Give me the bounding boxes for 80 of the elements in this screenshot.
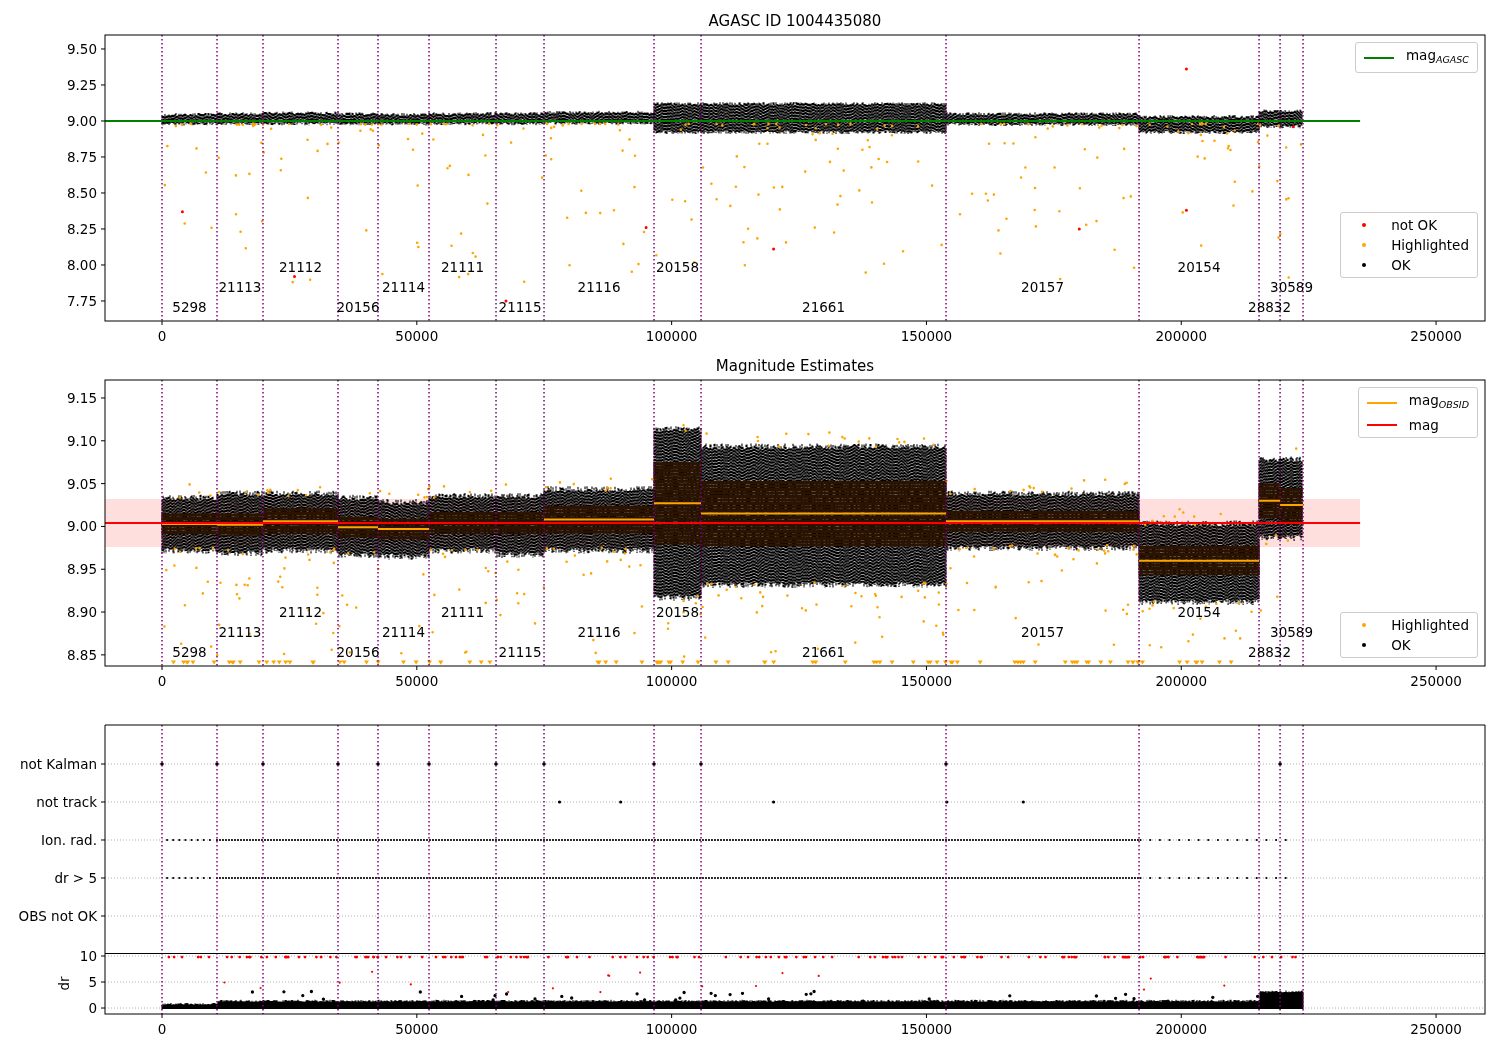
axis-label: dr: [56, 976, 72, 991]
axis-tick-label: 9.00: [66, 518, 97, 535]
legend-label: OK: [1391, 636, 1411, 654]
obsid-label: 21112: [279, 259, 322, 275]
flag-label: dr > 5: [54, 870, 97, 886]
axis-tick-label: 8.50: [66, 185, 97, 201]
legend-label: mag$_{AGASC}$: [1405, 46, 1469, 67]
axis-tick-label: 150000: [900, 328, 953, 344]
axis-tick-label: 100000: [645, 673, 698, 689]
axis-tick-label: 250000: [1410, 328, 1462, 344]
axis-tick-label: 250000: [1410, 673, 1462, 689]
axis-tick-label: 200000: [1155, 328, 1208, 344]
legend-label: Highlighted: [1391, 616, 1469, 634]
axis-tick-label: 0: [157, 1021, 167, 1037]
chart-title: AGASC ID 1004435080: [708, 12, 882, 30]
obsid-label: 21115: [498, 299, 542, 315]
axis-tick-label: 9.25: [66, 76, 97, 93]
axis-tick-label: 100000: [645, 1021, 698, 1037]
axis-tick-label: 150000: [900, 1021, 953, 1037]
obsid-label: 20157: [1021, 624, 1065, 640]
obsid-label: 20154: [1177, 259, 1221, 275]
legend-label: Highlighted: [1391, 236, 1469, 254]
axis-tick-label: 8.85: [66, 646, 97, 663]
obsid-label: 21111: [441, 604, 484, 620]
obsid-label: 20156: [336, 299, 380, 315]
axis-tick-label: 200000: [1155, 1021, 1208, 1037]
obsid-label: 21111: [441, 259, 484, 275]
obsid-label: 21113: [218, 624, 262, 640]
obsid-label: 20158: [656, 604, 699, 620]
axis-tick-label: 150000: [900, 673, 953, 689]
axis-tick-label: 8.95: [66, 561, 97, 578]
axis-tick-label: 8.90: [66, 604, 97, 621]
obsid-label: 20157: [1021, 279, 1065, 295]
obsid-label: 21661: [802, 644, 845, 660]
obsid-label: 21115: [498, 644, 542, 660]
axis-tick-label: 5: [88, 974, 97, 990]
obsid-label: 20156: [336, 644, 380, 660]
axis-tick-label: 8.00: [66, 257, 97, 273]
axis-tick-label: 9.50: [66, 40, 97, 57]
obsid-label: 30589: [1270, 279, 1314, 295]
flag-label: OBS not OK: [18, 908, 97, 924]
obsid-label: 21116: [577, 279, 621, 295]
obsid-label: 20154: [1177, 604, 1221, 620]
obsid-label: 5298: [172, 299, 207, 315]
axis-tick-label: 8.25: [66, 221, 97, 237]
axis-tick-label: 250000: [1410, 1021, 1462, 1037]
legend-label: not OK: [1391, 216, 1438, 234]
axis-tick-label: 200000: [1155, 673, 1208, 689]
axis-tick-label: 50000: [395, 1021, 439, 1037]
axis-tick-label: 0: [157, 328, 167, 344]
axis-tick-label: 9.05: [66, 475, 97, 492]
axis-tick-label: 9.10: [66, 432, 97, 449]
legend-label: mag$_{OBSID}$: [1408, 391, 1469, 412]
legend-label: mag: [1408, 416, 1439, 434]
obsid-label: 30589: [1270, 624, 1314, 640]
axis-tick-label: 8.75: [66, 148, 97, 165]
obsid-label: 21661: [802, 299, 845, 315]
axis-tick-label: 100000: [645, 328, 698, 344]
axis-tick-label: 9.00: [66, 112, 97, 129]
axis-tick-label: 0: [157, 673, 167, 689]
flag-label: not track: [36, 794, 97, 810]
axis-tick-label: 9.15: [66, 390, 97, 406]
obsid-label: 5298: [172, 644, 207, 660]
chart-title: Magnitude Estimates: [715, 357, 875, 375]
obsid-label: 21114: [382, 279, 425, 295]
axis-tick-label: 0: [88, 1000, 97, 1016]
obsid-label: 28832: [1248, 299, 1292, 315]
axis-tick-label: 7.75: [66, 293, 97, 309]
axis-tick-label: 10: [79, 948, 97, 964]
obsid-label: 21116: [577, 624, 621, 640]
flag-label: Ion. rad.: [40, 832, 97, 848]
obsid-label: 21112: [279, 604, 322, 620]
flag-label: not Kalman: [19, 756, 97, 772]
axis-tick-label: 50000: [395, 328, 439, 344]
obsid-label: 21113: [218, 279, 262, 295]
axis-tick-label: 50000: [395, 673, 439, 689]
obsid-label: 21114: [382, 624, 425, 640]
obsid-label: 28832: [1248, 644, 1292, 660]
obsid-label: 20158: [656, 259, 699, 275]
legend-label: OK: [1391, 256, 1411, 274]
